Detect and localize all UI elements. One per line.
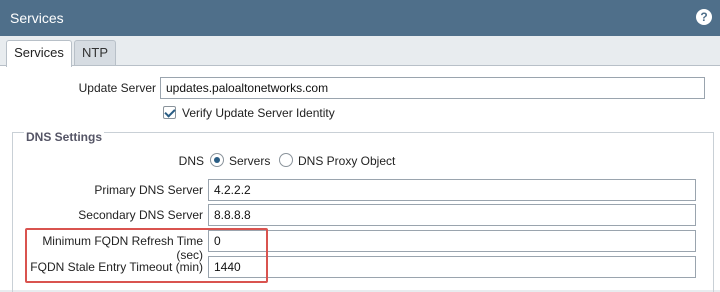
dns-mode-label: DNS — [178, 154, 204, 168]
dns-settings-legend: DNS Settings — [24, 130, 105, 144]
radio-servers[interactable] — [210, 153, 224, 167]
dialog-title: Services — [10, 10, 64, 26]
verify-identity-checkbox[interactable] — [163, 106, 176, 119]
fqdn-stale-input[interactable]: 1440 — [208, 256, 696, 278]
secondary-dns-label: Secondary DNS Server — [78, 208, 203, 222]
verify-identity-label: Verify Update Server Identity — [182, 106, 335, 120]
radio-servers-label: Servers — [229, 154, 271, 168]
tab-services[interactable]: Services — [6, 40, 72, 67]
fqdn-refresh-input[interactable]: 0 — [208, 230, 696, 252]
dialog-header: Services ? — [0, 0, 720, 36]
services-panel: Update Server updates.paloaltonetworks.c… — [0, 65, 720, 292]
checkmark-icon — [164, 106, 176, 118]
help-glyph: ? — [700, 10, 708, 24]
tab-ntp[interactable]: NTP — [74, 40, 116, 66]
update-server-input[interactable]: updates.paloaltonetworks.com — [160, 77, 705, 99]
primary-dns-input[interactable]: 4.2.2.2 — [208, 179, 696, 201]
primary-dns-label: Primary DNS Server — [94, 183, 203, 197]
radio-dns-proxy-label: DNS Proxy Object — [298, 154, 396, 168]
tab-bar: Services NTP — [0, 36, 720, 67]
radio-selected-dot — [214, 157, 220, 163]
help-icon[interactable]: ? — [696, 9, 712, 25]
radio-dns-proxy-object[interactable] — [279, 153, 293, 167]
update-server-label: Update Server — [78, 81, 156, 95]
secondary-dns-input[interactable]: 8.8.8.8 — [208, 204, 696, 226]
highlight-annotation-box — [25, 228, 268, 283]
